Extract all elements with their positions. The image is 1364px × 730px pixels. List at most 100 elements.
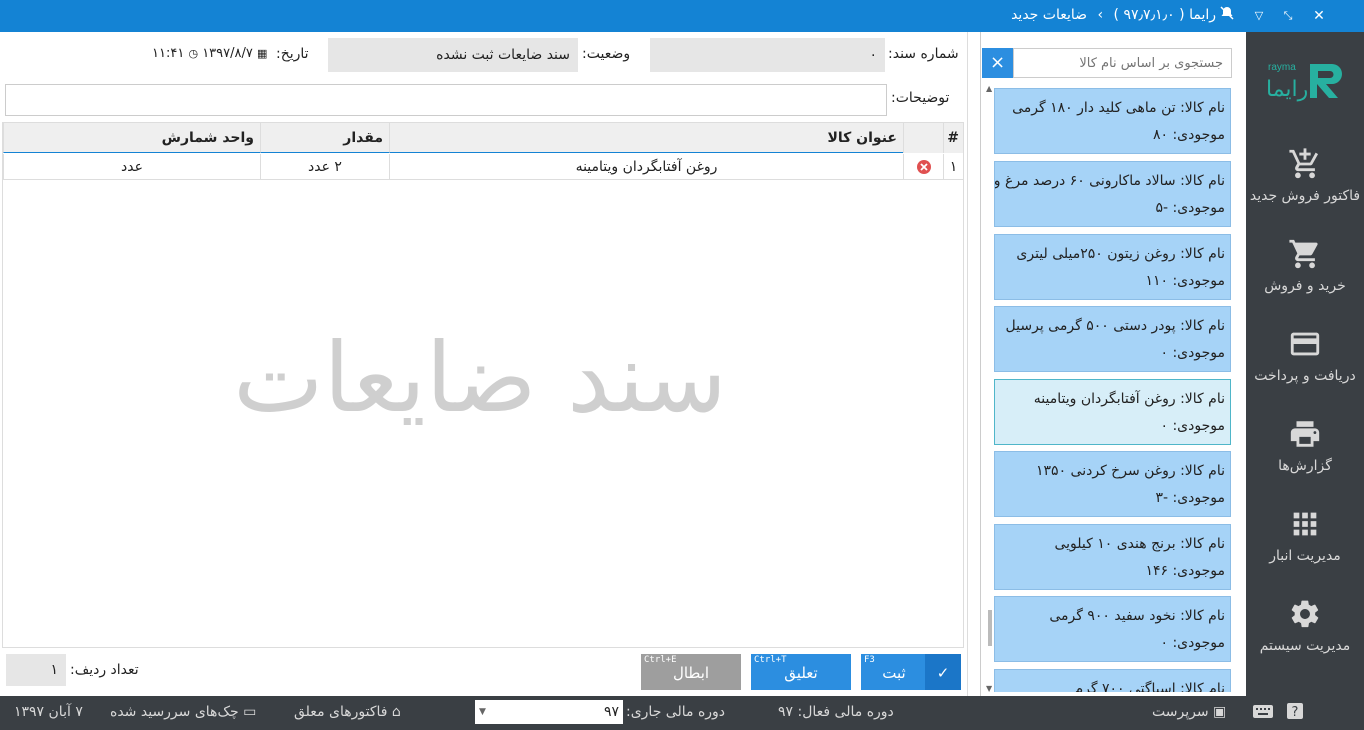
status-label: وضعیت:	[582, 46, 631, 62]
bell-off-icon[interactable]	[1216, 5, 1238, 27]
col-unit-header[interactable]: واحد شمارش	[3, 123, 260, 153]
nav-buy-sell[interactable]: خرید و فروش	[1246, 236, 1364, 316]
product-card[interactable]: نام کالا: نخود سفید ۹۰۰ گرمی موجودی: ۰	[994, 596, 1231, 662]
submit-label: ثبت	[882, 664, 906, 682]
svg-text:رایما: رایما	[1266, 77, 1308, 102]
notes-label: توضیحات:	[891, 90, 950, 106]
check-icon: ✓	[925, 654, 961, 690]
nav-receive-pay[interactable]: دریافت و پرداخت	[1246, 326, 1364, 406]
active-period: دوره مالی فعال: ۹۷	[778, 704, 894, 720]
product-name: نام کالا: روغن آفتابگردان ویتامینه	[1033, 391, 1225, 407]
keyboard-icon[interactable]	[1253, 703, 1273, 723]
delete-row-icon[interactable]	[903, 154, 943, 180]
nav-label: گزارش‌ها	[1278, 458, 1332, 474]
nav-label: دریافت و پرداخت	[1254, 368, 1356, 384]
product-list: نام کالا: تن ماهی کلید دار ۱۸۰ گرمی موجود…	[994, 88, 1231, 692]
product-card[interactable]: نام کالا: تن ماهی کلید دار ۱۸۰ گرمی موجود…	[994, 88, 1231, 154]
svg-text:rayma: rayma	[1268, 62, 1296, 73]
calendar-icon: ▦	[257, 47, 268, 60]
notes-input[interactable]	[5, 84, 887, 116]
print-icon	[1290, 421, 1320, 447]
submit-button[interactable]: F3 ثبت ✓	[861, 654, 961, 690]
product-name: نام کالا: سالاد ماکارونی ۶۰ درصد مرغ و ذ	[994, 173, 1225, 189]
gear-icon	[1291, 600, 1319, 628]
col-index-header[interactable]: #	[943, 123, 963, 153]
nav-warehouse[interactable]: مدیریت انبار	[1246, 506, 1364, 586]
chevron-down-icon[interactable]: ▽	[1248, 5, 1270, 27]
date-value: ۱۳۹۷/۸/۷	[202, 46, 253, 61]
col-action-header	[903, 123, 943, 153]
product-name: نام کالا: پودر دستی ۵۰۰ گرمی پرسیل	[1005, 318, 1225, 334]
clear-search-icon[interactable]: ×	[982, 48, 1013, 78]
row-title[interactable]: روغن آفتابگردان ویتامینه	[389, 154, 903, 180]
product-card[interactable]: نام کالا: سالاد ماکارونی ۶۰ درصد مرغ و ذ…	[994, 161, 1231, 227]
due-checks-link[interactable]: ▭ چک‌های سررسید شده	[110, 704, 256, 720]
grid-icon	[1293, 512, 1317, 536]
row-index: ۱	[943, 154, 963, 180]
close-window-icon[interactable]: ✕	[1308, 5, 1330, 27]
product-name: نام کالا: اسپاگتی ۷۰۰ گرم	[1074, 681, 1225, 692]
product-panel: × ▲ ▼ نام کالا: تن ماهی کلید دار ۱۸۰ گرم…	[980, 32, 1246, 696]
status-field: سند ضایعات ثبت نشده	[328, 38, 578, 72]
product-card[interactable]: نام کالا: اسپاگتی ۷۰۰ گرم	[994, 669, 1231, 692]
product-card-selected[interactable]: نام کالا: روغن آفتابگردان ویتامینه موجودی…	[994, 379, 1231, 445]
product-card[interactable]: نام کالا: روغن زیتون ۲۵۰میلی لیتری موجودی…	[994, 234, 1231, 300]
nav-label: مدیریت انبار	[1269, 548, 1341, 564]
user-badge-icon: ▣	[1213, 704, 1227, 720]
product-stock: موجودی: ۰	[1160, 345, 1225, 361]
status-date: ۷ آبان ۱۳۹۷	[14, 704, 83, 720]
doc-number-label: شماره سند:	[888, 46, 959, 62]
col-title-header[interactable]: عنوان کالا	[389, 123, 903, 153]
date-label: تاریخ:	[276, 46, 309, 62]
breadcrumb-app[interactable]: رایما ( ۹۷٫۷٫۱٫۰ )	[1114, 7, 1216, 23]
pending-invoices-label: فاکتورهای معلق	[294, 704, 388, 720]
product-search-input[interactable]	[1013, 48, 1232, 78]
cancel-button[interactable]: Ctrl+E ابطال	[641, 654, 741, 690]
product-stock: موجودی: -۵	[1155, 200, 1225, 216]
product-name: نام کالا: نخود سفید ۹۰۰ گرمی	[1049, 608, 1225, 624]
current-period-select[interactable]: ▼ ۹۷	[475, 700, 623, 724]
rayma-logo: rayma رایما	[1266, 60, 1346, 104]
row-unit: عدد	[3, 154, 260, 180]
product-card[interactable]: نام کالا: روغن سرخ کردنی ۱۳۵۰ موجودی: -۳	[994, 451, 1231, 517]
nav-label: مدیریت سیستم	[1259, 638, 1351, 654]
product-card[interactable]: نام کالا: پودر دستی ۵۰۰ گرمی پرسیل موجودی…	[994, 306, 1231, 372]
basket-icon: ⌂	[391, 704, 401, 720]
suspend-button[interactable]: Ctrl+T تعلیق	[751, 654, 851, 690]
doc-number-field[interactable]: ۰	[650, 38, 885, 72]
nav-new-sales-invoice[interactable]: فاکتور فروش جدید	[1246, 146, 1364, 226]
sidebar: rayma رایما فاکتور فروش جدید خرید و فروش…	[1246, 32, 1364, 696]
help-icon[interactable]: ?	[1286, 702, 1304, 724]
pending-invoices-link[interactable]: ⌂ فاکتورهای معلق	[294, 704, 401, 720]
current-period-value: ۹۷	[603, 704, 619, 720]
nav-system[interactable]: مدیریت سیستم	[1246, 596, 1364, 676]
user-indicator[interactable]: ▣ سرپرست	[1152, 704, 1226, 720]
product-stock: موجودی: -۳	[1155, 490, 1225, 506]
date-time-display[interactable]: ۱۱:۴۱ ◷ ۱۳۹۷/۸/۷ ▦	[152, 46, 267, 61]
nav-label: فاکتور فروش جدید	[1249, 188, 1361, 204]
breadcrumb-current: ضایعات جدید	[1011, 7, 1088, 23]
user-name: سرپرست	[1152, 704, 1209, 720]
breadcrumb: رایما ( ۹۷٫۷٫۱٫۰ ) › ضایعات جدید	[1011, 7, 1216, 23]
clock-icon: ◷	[188, 47, 199, 60]
select-arrow-icon: ▼	[479, 707, 486, 717]
product-name: نام کالا: تن ماهی کلید دار ۱۸۰ گرمی	[1012, 100, 1225, 116]
document-watermark: سند ضایعات	[233, 322, 727, 434]
time-value: ۱۱:۴۱	[152, 46, 185, 61]
product-stock: موجودی: ۰	[1160, 418, 1225, 434]
submit-shortcut: F3	[864, 655, 875, 665]
product-stock: موجودی: ۱۴۶	[1145, 563, 1225, 579]
credit-card-icon	[1290, 332, 1320, 356]
cancel-shortcut: Ctrl+E	[644, 655, 677, 665]
fullscreen-icon[interactable]: ⤡	[1277, 5, 1299, 27]
product-stock: موجودی: ۱۱۰	[1145, 273, 1225, 289]
product-name: نام کالا: برنج هندی ۱۰ کیلویی	[1054, 536, 1225, 552]
nav-label: خرید و فروش	[1264, 278, 1346, 294]
card-icon: ▭	[243, 704, 257, 720]
product-card[interactable]: نام کالا: برنج هندی ۱۰ کیلویی موجودی: ۱۴۶	[994, 524, 1231, 590]
product-stock: موجودی: ۰	[1160, 635, 1225, 651]
row-qty[interactable]: ۲ عدد	[260, 154, 389, 180]
col-qty-header[interactable]: مقدار	[260, 123, 389, 153]
nav-reports[interactable]: گزارش‌ها	[1246, 416, 1364, 496]
cancel-label: ابطال	[672, 664, 710, 682]
